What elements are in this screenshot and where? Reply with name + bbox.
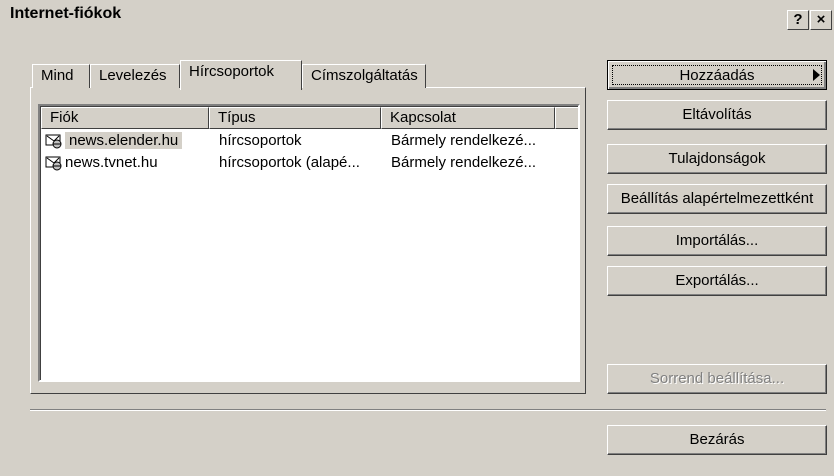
separator bbox=[30, 409, 826, 411]
add-button[interactable]: Hozzáadás bbox=[607, 60, 827, 90]
accounts-list[interactable]: Fiók Típus Kapcsolat news.elender.hu hír… bbox=[38, 104, 580, 382]
account-name: news.tvnet.hu bbox=[65, 154, 158, 171]
list-item[interactable]: news.elender.hu hírcsoportok Bármely ren… bbox=[41, 130, 578, 152]
export-button[interactable]: Exportálás... bbox=[607, 266, 827, 296]
remove-button[interactable]: Eltávolítás bbox=[607, 100, 827, 130]
account-type: hírcsoportok bbox=[219, 132, 302, 149]
column-header-account[interactable]: Fiók bbox=[41, 107, 209, 129]
news-account-icon bbox=[45, 156, 62, 171]
list-header: Fiók Típus Kapcsolat bbox=[41, 107, 578, 129]
add-button-label: Hozzáadás bbox=[679, 67, 755, 84]
window-title: Internet-fiókok bbox=[10, 5, 122, 22]
tab-newsgroups[interactable]: Hírcsoportok bbox=[180, 60, 302, 90]
column-header-type[interactable]: Típus bbox=[209, 107, 381, 129]
help-button[interactable]: ? bbox=[787, 10, 809, 30]
account-connection: Bármely rendelkezé... bbox=[391, 132, 537, 149]
tab-all[interactable]: Mind bbox=[32, 64, 90, 88]
set-order-button[interactable]: Sorrend beállítása... bbox=[607, 364, 827, 394]
news-account-icon bbox=[45, 134, 62, 149]
tab-mail[interactable]: Levelezés bbox=[90, 64, 180, 88]
title-bar: Internet-fiókok ? × bbox=[0, 0, 834, 30]
close-button[interactable]: Bezárás bbox=[607, 425, 827, 455]
column-header-connection[interactable]: Kapcsolat bbox=[381, 107, 555, 129]
import-button[interactable]: Importálás... bbox=[607, 226, 827, 256]
list-item[interactable]: news.tvnet.hu hírcsoportok (alapé... Bár… bbox=[41, 152, 578, 174]
set-default-button[interactable]: Beállítás alapértelmezettként bbox=[607, 184, 827, 214]
close-window-button[interactable]: × bbox=[810, 10, 832, 30]
properties-button[interactable]: Tulajdonságok bbox=[607, 144, 827, 174]
submenu-arrow-icon bbox=[813, 69, 820, 81]
account-type: hírcsoportok (alapé... bbox=[219, 154, 360, 171]
column-header-empty bbox=[555, 107, 578, 129]
account-connection: Bármely rendelkezé... bbox=[391, 154, 537, 171]
tab-directory-service[interactable]: Címszolgáltatás bbox=[302, 64, 426, 88]
account-name: news.elender.hu bbox=[65, 132, 183, 149]
